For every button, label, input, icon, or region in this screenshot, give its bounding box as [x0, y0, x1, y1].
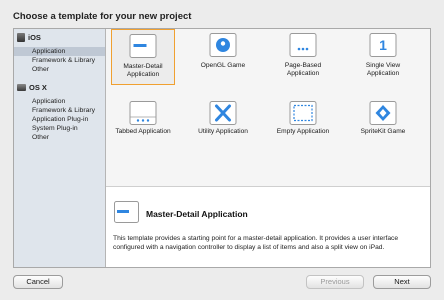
- sidebar-header-label: OS X: [29, 83, 47, 92]
- sidebar-item-osx-app-plugin[interactable]: Application Plug-in: [14, 115, 105, 124]
- template-chooser: iOS Application Framework & Library Othe…: [13, 28, 431, 268]
- page-based-icon: [289, 33, 317, 57]
- template-opengl-game[interactable]: OpenGL Game: [191, 29, 255, 85]
- sidebar-header-osx[interactable]: OS X: [17, 83, 47, 92]
- template-label: Tabbed Application: [115, 128, 171, 135]
- sidebar-item-osx-other[interactable]: Other: [14, 133, 105, 142]
- template-grid: Master-Detail Application OpenGL Game Pa…: [106, 29, 430, 186]
- template-spritekit[interactable]: SpriteKit Game: [351, 97, 415, 153]
- single-view-icon: 1: [369, 33, 397, 57]
- master-detail-icon: [114, 201, 139, 223]
- template-empty[interactable]: Empty Application: [271, 97, 335, 153]
- sidebar-item-osx-framework[interactable]: Framework & Library: [14, 106, 105, 115]
- template-label: Utility Application: [198, 128, 248, 135]
- svg-text:1: 1: [379, 37, 387, 53]
- template-master-detail[interactable]: Master-Detail Application: [111, 29, 175, 85]
- template-label: Master-Detail Application: [123, 63, 163, 78]
- previous-button[interactable]: Previous: [306, 275, 364, 289]
- template-detail-panel: Master-Detail Application This template …: [106, 187, 430, 267]
- sidebar-header-ios[interactable]: iOS: [17, 33, 41, 42]
- empty-icon: [289, 101, 317, 125]
- spritekit-icon: [369, 101, 397, 125]
- sidebar-item-osx-system-plugin[interactable]: System Plug-in: [14, 124, 105, 133]
- master-detail-icon: [129, 34, 157, 58]
- detail-description: This template provides a starting point …: [113, 235, 399, 251]
- template-page-based[interactable]: Page-Based Application: [271, 29, 335, 85]
- template-utility[interactable]: Utility Application: [191, 97, 255, 153]
- template-label: Empty Application: [276, 128, 330, 135]
- template-tabbed[interactable]: Tabbed Application: [111, 97, 175, 153]
- template-label: SpriteKit Game: [360, 128, 406, 135]
- opengl-icon: [209, 33, 237, 57]
- sidebar-item-osx-application[interactable]: Application: [14, 97, 105, 106]
- cancel-button[interactable]: Cancel: [13, 275, 63, 289]
- template-label: OpenGL Game: [200, 62, 246, 69]
- mac-display-icon: [17, 84, 26, 91]
- tabbed-icon: [129, 101, 157, 125]
- template-label: Single View Application: [365, 62, 401, 77]
- sidebar-item-ios-application[interactable]: Application: [14, 47, 105, 56]
- platform-sidebar: iOS Application Framework & Library Othe…: [14, 29, 106, 267]
- utility-icon: [209, 101, 237, 125]
- sidebar-item-ios-framework[interactable]: Framework & Library: [14, 56, 105, 65]
- next-button[interactable]: Next: [373, 275, 431, 289]
- sidebar-header-label: iOS: [28, 33, 41, 42]
- template-single-view[interactable]: 1 Single View Application: [351, 29, 415, 85]
- ios-device-icon: [17, 33, 25, 42]
- dialog-title: Choose a template for your new project: [13, 11, 192, 22]
- template-label: Page-Based Application: [284, 62, 322, 77]
- detail-title: Master-Detail Application: [146, 209, 248, 219]
- sidebar-item-ios-other[interactable]: Other: [14, 65, 105, 74]
